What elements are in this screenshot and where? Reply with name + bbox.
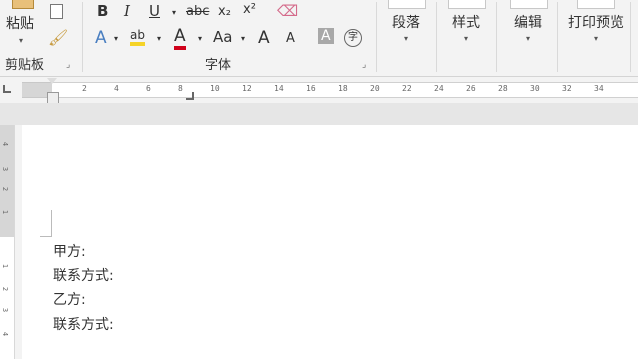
print-preview-button[interactable]: 打印预览 ▾: [566, 0, 626, 43]
paste-icon: [12, 0, 34, 9]
first-line-indent-marker[interactable]: [47, 78, 57, 84]
font-launcher-icon[interactable]: ⌟: [362, 60, 366, 70]
strikethrough-button[interactable]: abc: [186, 4, 209, 19]
ruler-number: 16: [306, 84, 316, 93]
separator: [436, 2, 437, 72]
doc-line-contact-a[interactable]: 联系方式:: [53, 265, 114, 285]
ruler-number: 10: [210, 84, 220, 93]
workspace-background: [0, 103, 638, 125]
styles-label: 样式: [452, 15, 480, 31]
vruler-mark: 2: [1, 186, 10, 192]
tab-selector-icon[interactable]: [3, 85, 11, 93]
ruler-number: 34: [594, 84, 604, 93]
enclose-char-button[interactable]: 字: [344, 29, 362, 47]
vruler-mark: 2: [1, 286, 10, 292]
font-group-label: 字体: [205, 58, 232, 73]
italic-button[interactable]: I: [124, 2, 130, 20]
chevron-down-icon[interactable]: ▾: [114, 34, 118, 43]
underline-button[interactable]: U: [149, 2, 160, 20]
ruler-number: 6: [146, 84, 151, 93]
bold-button[interactable]: B: [97, 2, 108, 20]
separator: [557, 2, 558, 72]
separator: [82, 2, 83, 72]
text-effects-button[interactable]: A: [95, 28, 107, 48]
ruler-number: 32: [562, 84, 572, 93]
ruler-number: 18: [338, 84, 348, 93]
vruler-mark: 1: [1, 263, 10, 269]
change-case-button[interactable]: Aa: [213, 28, 232, 46]
editing-label: 编辑: [514, 15, 542, 31]
paragraph-label: 段落: [392, 15, 420, 31]
chevron-down-icon: ▾: [19, 36, 24, 45]
ribbon: 粘贴 ▾ 🖌 剪贴板 ⌟ B I U ▾ abc x₂ x² ⌫ A ▾ ab …: [0, 0, 638, 77]
chevron-down-icon: ▾: [463, 34, 468, 43]
separator: [376, 2, 377, 72]
ruler-number: 4: [114, 84, 119, 93]
vruler-mark: 1: [1, 209, 10, 215]
ruler-number: 8: [178, 84, 183, 93]
chevron-down-icon: ▾: [593, 34, 598, 43]
separator: [630, 2, 631, 72]
print-preview-label: 打印预览: [568, 15, 624, 31]
chevron-down-icon: ▾: [403, 34, 408, 43]
margin-corner-mark: [40, 210, 52, 237]
ruler-number: 20: [370, 84, 380, 93]
ruler-number: 28: [498, 84, 508, 93]
paste-label: 粘贴: [6, 16, 34, 32]
ruler-number: 22: [402, 84, 412, 93]
font-color-button[interactable]: A: [174, 26, 186, 50]
right-indent-marker[interactable]: [186, 92, 194, 100]
chevron-down-icon[interactable]: ▾: [241, 34, 245, 43]
doc-line-party-a[interactable]: 甲方:: [53, 241, 86, 261]
ruler-number: 2: [82, 84, 87, 93]
vruler-mark: 4: [1, 331, 10, 337]
subscript-button[interactable]: x₂: [218, 4, 231, 19]
ruler-number: 12: [242, 84, 252, 93]
shrink-font-button[interactable]: A: [286, 31, 295, 46]
document-page[interactable]: [22, 125, 638, 359]
chevron-down-icon[interactable]: ▾: [172, 8, 176, 17]
chevron-down-icon: ▾: [525, 34, 530, 43]
copy-icon[interactable]: [50, 4, 63, 19]
doc-line-contact-b[interactable]: 联系方式:: [53, 314, 114, 334]
chevron-down-icon[interactable]: ▾: [157, 34, 161, 43]
ruler-number: 30: [530, 84, 540, 93]
grow-font-button[interactable]: A: [258, 28, 270, 48]
doc-line-party-b[interactable]: 乙方:: [53, 289, 86, 309]
ruler-number: 26: [466, 84, 476, 93]
highlight-button[interactable]: ab: [130, 28, 145, 46]
vruler-mark: 4: [1, 141, 10, 147]
vruler-mark: 3: [1, 166, 10, 172]
editing-button[interactable]: 编辑 ▾: [510, 0, 548, 43]
char-shading-button[interactable]: A: [318, 28, 334, 44]
clear-formatting-icon[interactable]: ⌫: [277, 2, 298, 20]
format-painter-icon[interactable]: 🖌: [48, 28, 68, 47]
superscript-button[interactable]: x²: [243, 2, 256, 17]
clipboard-group-label: 剪贴板: [5, 58, 45, 73]
clipboard-launcher-icon[interactable]: ⌟: [66, 60, 70, 70]
styles-button[interactable]: 样式 ▾: [448, 0, 486, 43]
ruler-number: 24: [434, 84, 444, 93]
paste-button[interactable]: 粘贴 ▾: [4, 0, 40, 50]
ruler-number: 14: [274, 84, 284, 93]
paragraph-button[interactable]: 段落 ▾: [388, 0, 426, 43]
chevron-down-icon[interactable]: ▾: [198, 34, 202, 43]
separator: [496, 2, 497, 72]
vruler-mark: 3: [1, 307, 10, 313]
